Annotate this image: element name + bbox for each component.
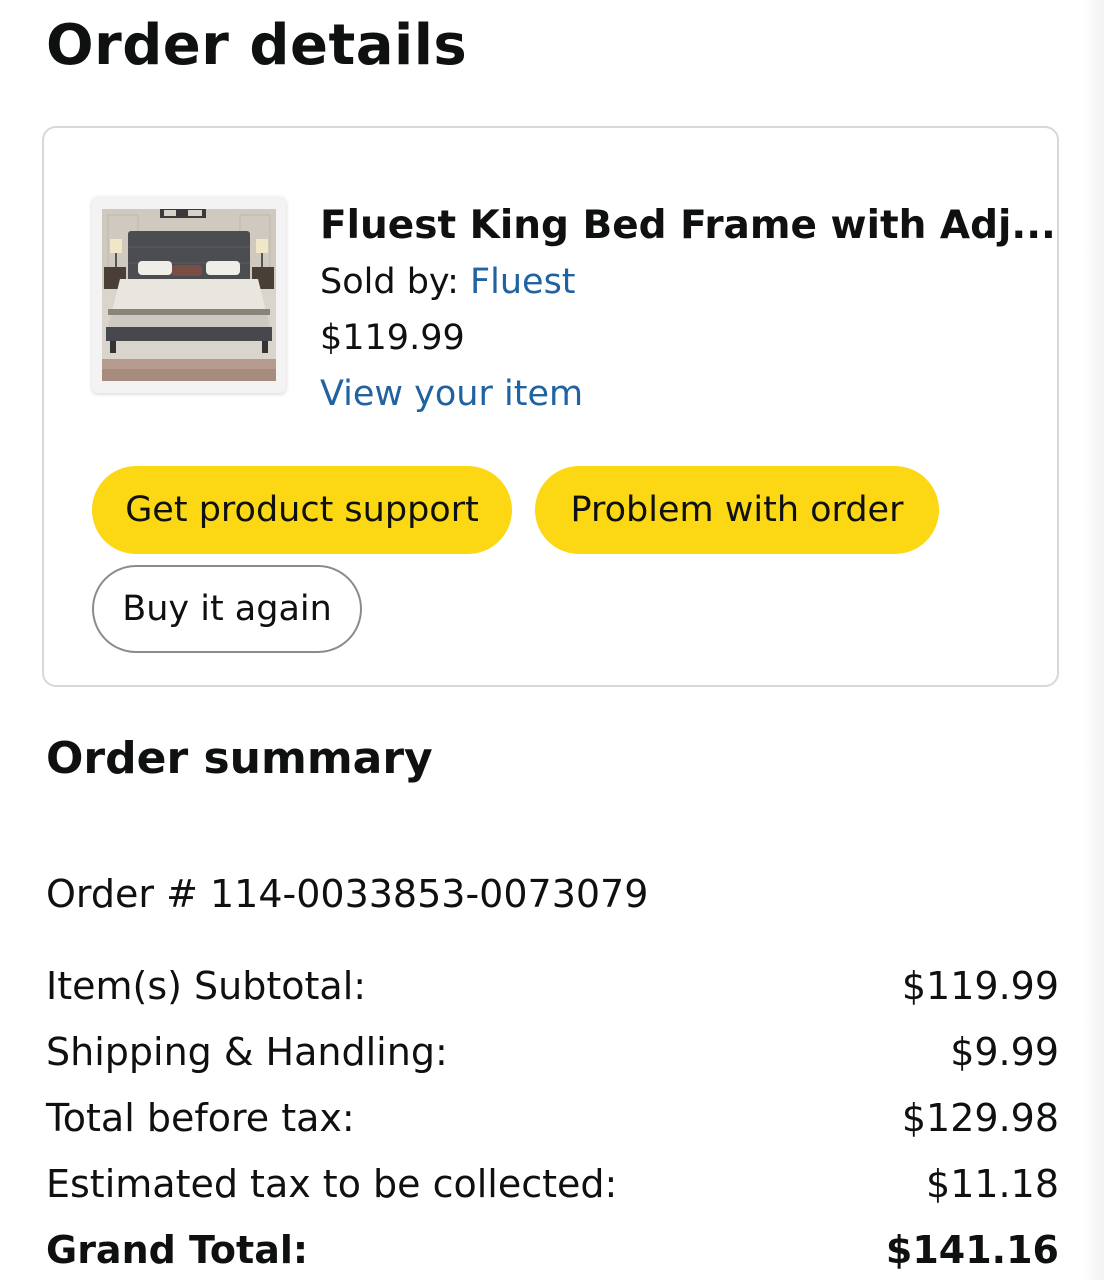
item-price: $119.99 <box>320 318 465 358</box>
summary-value: $119.99 <box>901 964 1059 1008</box>
summary-row: Total before tax: $129.98 <box>46 1085 1059 1151</box>
seller-link[interactable]: Fluest <box>470 262 576 302</box>
sold-by-line: Sold by: Fluest <box>320 254 1056 310</box>
order-number: Order # 114-0033853-0073079 <box>46 872 649 916</box>
item-title[interactable]: Fluest King Bed Frame with Adj... <box>320 198 1056 254</box>
summary-label: Shipping & Handling: <box>46 1030 448 1074</box>
grand-total-row: Grand Total: $141.16 <box>46 1217 1059 1280</box>
grand-total-label: Grand Total: <box>46 1228 309 1272</box>
view-item-link[interactable]: View your item <box>320 366 1056 422</box>
order-item-card: Fluest King Bed Frame with Adj... Sold b… <box>42 126 1059 687</box>
item-info: Fluest King Bed Frame with Adj... Sold b… <box>320 198 1056 422</box>
order-summary-table: Item(s) Subtotal: $119.99 Shipping & Han… <box>46 953 1059 1280</box>
problem-with-order-button[interactable]: Problem with order <box>535 466 939 554</box>
summary-label: Estimated tax to be collected: <box>46 1162 618 1206</box>
get-product-support-button[interactable]: Get product support <box>92 466 512 554</box>
scrollbar-track <box>1082 0 1104 1280</box>
summary-value: $129.98 <box>901 1096 1059 1140</box>
product-thumbnail[interactable] <box>92 197 286 393</box>
page-title: Order details <box>46 13 468 78</box>
sold-by-label: Sold by: <box>320 262 470 302</box>
bed-product-image <box>102 209 276 381</box>
summary-value: $11.18 <box>926 1162 1059 1206</box>
summary-label: Total before tax: <box>46 1096 355 1140</box>
summary-row: Shipping & Handling: $9.99 <box>46 1019 1059 1085</box>
order-summary-title: Order summary <box>46 733 433 784</box>
summary-label: Item(s) Subtotal: <box>46 964 367 1008</box>
order-details-page: Order details Fluest King Bed Frame with… <box>0 0 1104 1280</box>
summary-value: $9.99 <box>950 1030 1059 1074</box>
grand-total-value: $141.16 <box>885 1228 1059 1272</box>
buy-it-again-button[interactable]: Buy it again <box>92 565 362 653</box>
summary-row: Estimated tax to be collected: $11.18 <box>46 1151 1059 1217</box>
summary-row: Item(s) Subtotal: $119.99 <box>46 953 1059 1019</box>
